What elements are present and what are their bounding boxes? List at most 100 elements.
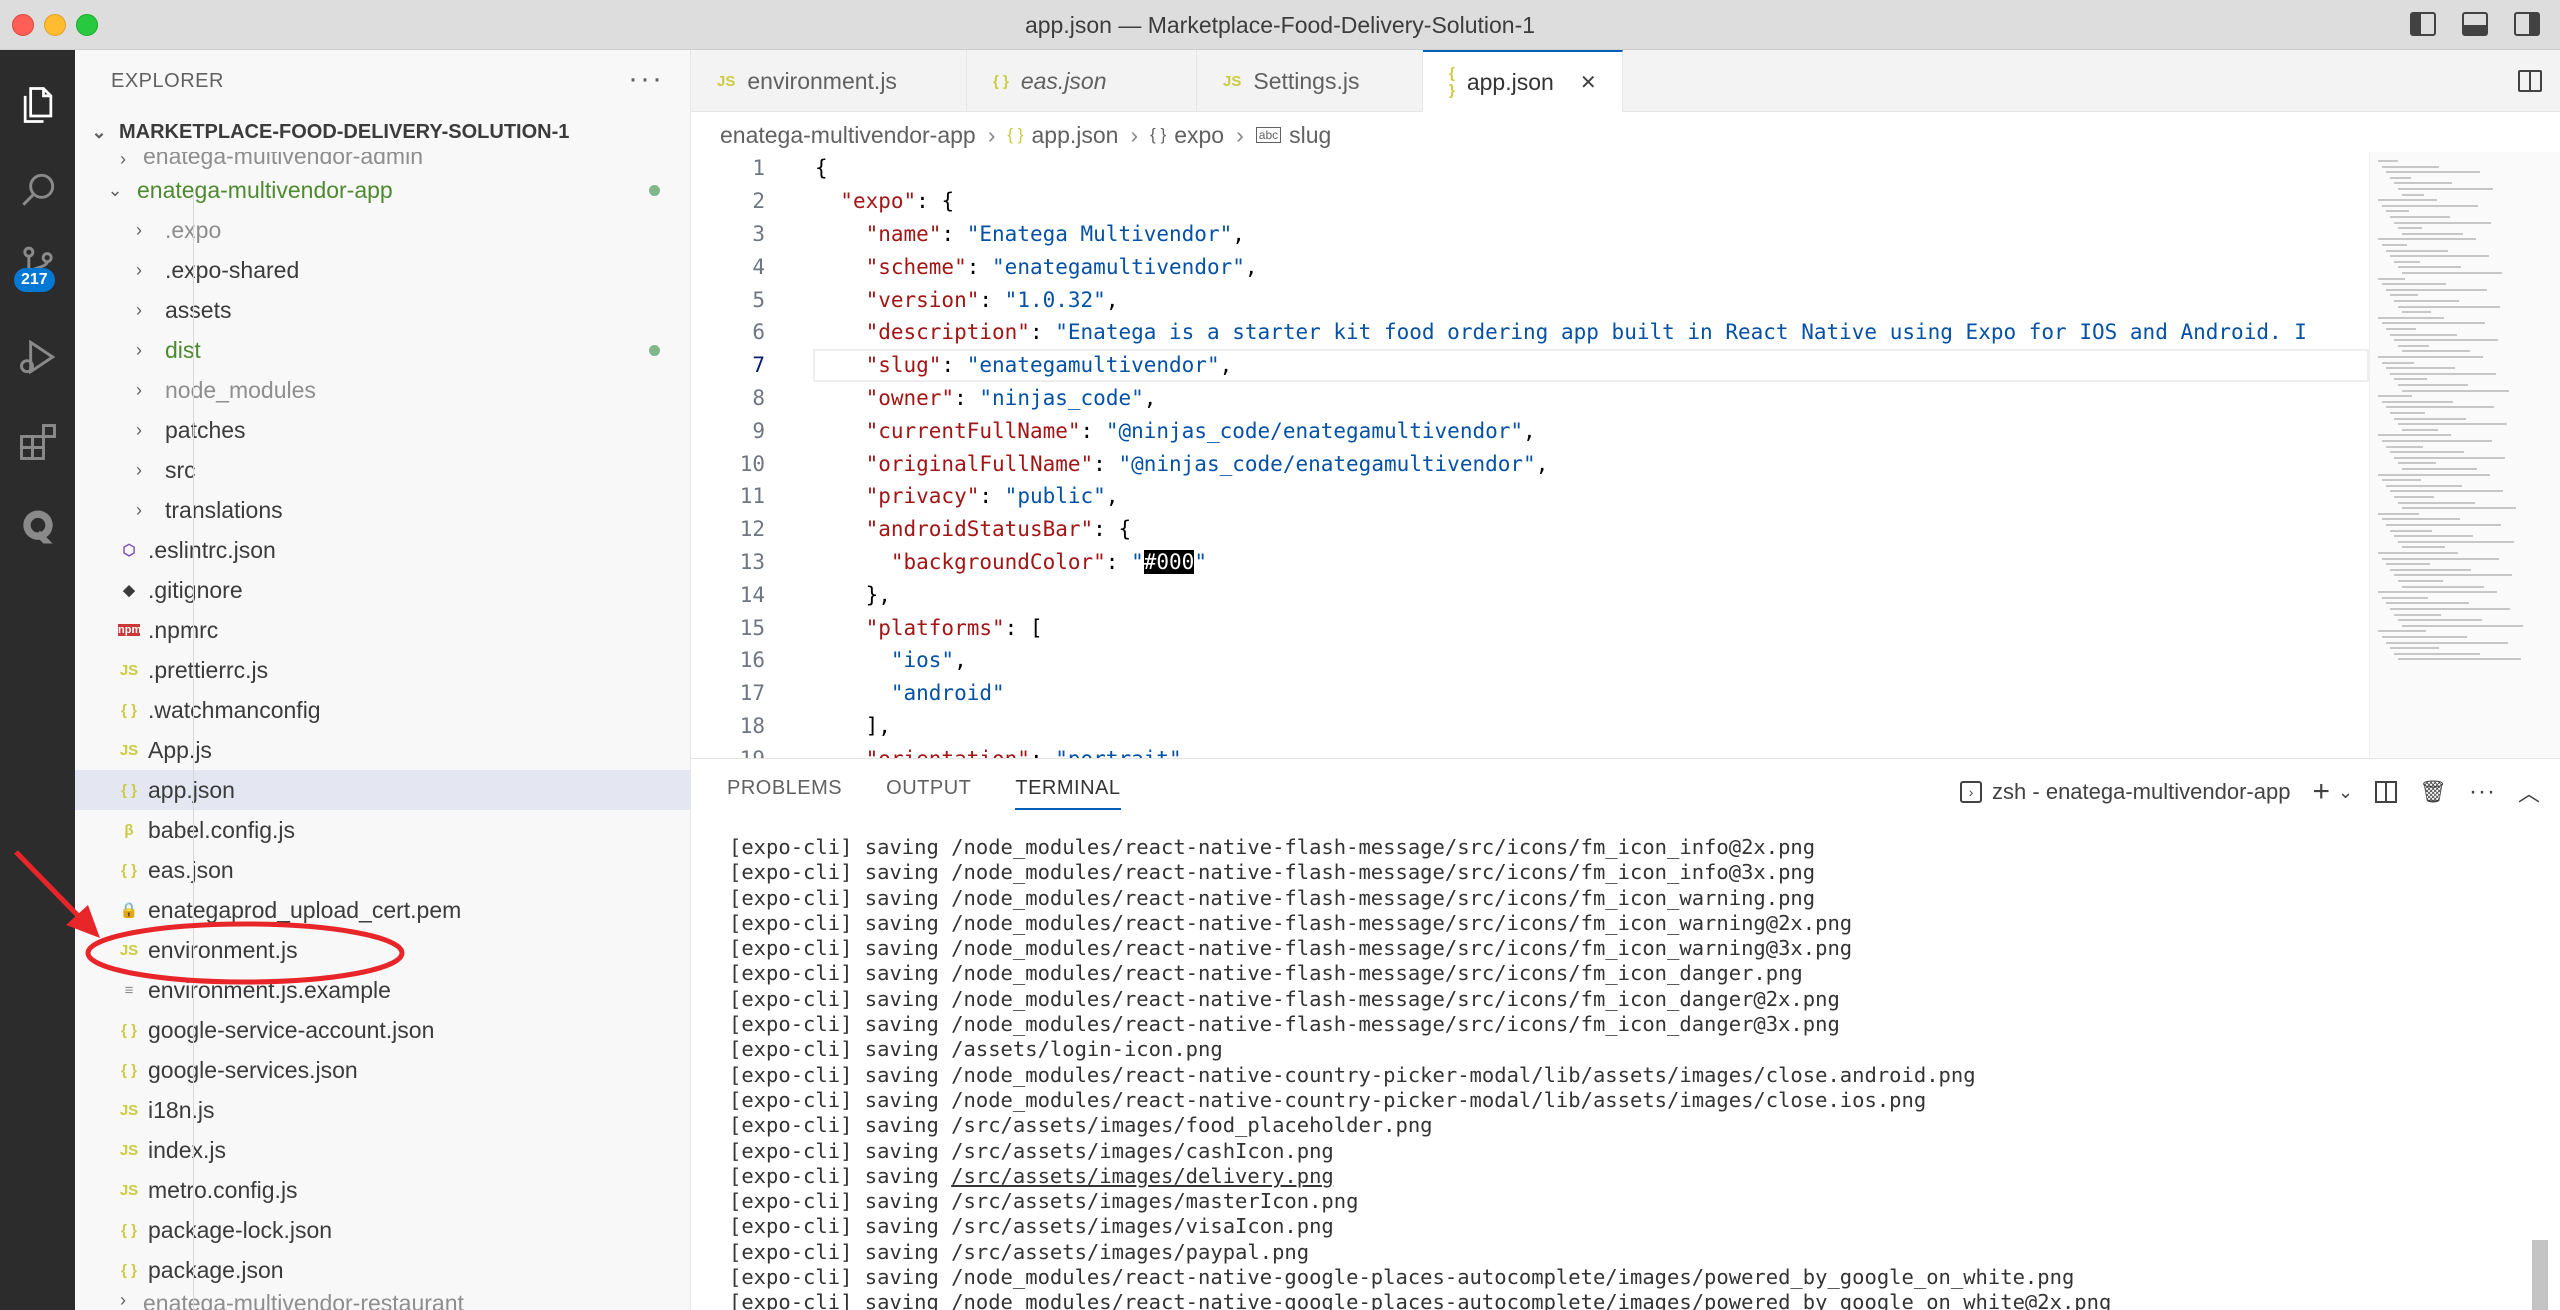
run-debug-icon[interactable]: [0, 322, 75, 392]
breadcrumb-expo[interactable]: expo: [1174, 122, 1224, 149]
more-actions-icon[interactable]: ···: [2469, 778, 2496, 806]
code-text: "privacy": "public",: [865, 484, 1119, 509]
tree-item-i18n-js[interactable]: JS i18n.js: [75, 1090, 690, 1130]
panel-tab-output[interactable]: OUTPUT: [886, 777, 971, 810]
code-line[interactable]: 6 "description": "Enatega is a starter k…: [691, 316, 2369, 349]
explorer-title: EXPLORER ···: [75, 50, 690, 112]
toggle-primary-sidebar-icon[interactable]: [2410, 12, 2436, 36]
minimap-line: [2394, 260, 2420, 263]
tree-item-app-json[interactable]: { } app.json: [75, 770, 690, 810]
tree-item-translations[interactable]: › translations: [75, 490, 690, 530]
code-line[interactable]: 17 "android": [691, 677, 2369, 710]
code-line[interactable]: 11 "privacy": "public",: [691, 480, 2369, 513]
more-actions-icon[interactable]: ···: [628, 62, 664, 96]
terminal-name: zsh - enatega-multivendor-app: [1992, 779, 2291, 804]
code-line[interactable]: 10 "originalFullName": "@ninjas_code/ena…: [691, 447, 2369, 480]
code-line[interactable]: 2 "expo": {: [691, 185, 2369, 218]
search-icon[interactable]: [0, 155, 75, 225]
toggle-secondary-sidebar-icon[interactable]: [2514, 12, 2540, 36]
code-line[interactable]: 19 "orientation": "portrait",: [691, 742, 2369, 758]
terminal-selector[interactable]: › zsh - enatega-multivendor-app: [1960, 779, 2290, 805]
split-editor-icon[interactable]: [2518, 70, 2542, 92]
code-line[interactable]: 18 ],: [691, 710, 2369, 743]
tree-item-patches[interactable]: › patches: [75, 410, 690, 450]
code-line[interactable]: 7 "slug": "enategamultivendor",: [691, 348, 2369, 382]
chevron-down-icon[interactable]: ⌄: [2338, 782, 2353, 803]
workspace-section[interactable]: ⌄ MARKETPLACE-FOOD-DELIVERY-SOLUTION-1: [75, 112, 690, 152]
minimap-line: [2394, 613, 2441, 616]
code-line[interactable]: 8 "owner": "ninjas_code",: [691, 382, 2369, 415]
explorer-icon[interactable]: [0, 70, 75, 140]
code-line[interactable]: 16 "ios",: [691, 644, 2369, 677]
minimap[interactable]: [2369, 152, 2560, 758]
terminal-output[interactable]: [expo-cli] saving /node_modules/react-na…: [729, 835, 2520, 1310]
terminal-line: [expo-cli] saving /node_modules/react-na…: [729, 860, 2520, 885]
code-line[interactable]: 1{: [691, 152, 2369, 185]
maximize-panel-icon[interactable]: ︿: [2518, 776, 2540, 808]
code-line[interactable]: 14 },: [691, 578, 2369, 611]
tab-eas-json[interactable]: { } eas.json: [967, 50, 1197, 112]
breadcrumb-slug[interactable]: slug: [1289, 122, 1331, 149]
terminal-path: /node_modules/react-native-flash-message…: [951, 910, 1853, 935]
panel-tab-terminal[interactable]: TERMINAL: [1015, 777, 1121, 810]
code-line[interactable]: 9 "currentFullName": "@ninjas_code/enate…: [691, 414, 2369, 447]
chevron-right-icon: ›: [136, 459, 142, 480]
tree-item-assets[interactable]: › assets: [75, 290, 690, 330]
tree-item-package-lock-json[interactable]: { } package-lock.json: [75, 1210, 690, 1250]
code-editor[interactable]: 1{2 "expo": {3 "name": "Enatega Multiven…: [691, 152, 2369, 758]
tree-item-environment-js-example[interactable]: ≡ environment.js.example: [75, 970, 690, 1010]
minimap-line: [2386, 171, 2480, 174]
code-text: "ios",: [890, 648, 967, 673]
js-file-icon: JS: [119, 1101, 139, 1119]
tree-item-environment-js[interactable]: JS environment.js: [75, 930, 690, 970]
tree-item-babel-config-js[interactable]: β babel.config.js: [75, 810, 690, 850]
code-text: },: [865, 582, 891, 607]
code-line[interactable]: 4 "scheme": "enategamultivendor",: [691, 250, 2369, 283]
breadcrumb-folder[interactable]: enatega-multivendor-app: [720, 122, 976, 149]
trash-icon[interactable]: 🗑: [2419, 779, 2447, 805]
tree-item-admin-partial[interactable]: › enatega-multivendor-admin: [75, 152, 690, 170]
tree-item-npmrc[interactable]: npm .npmrc: [75, 610, 690, 650]
tab-app-json[interactable]: { } app.json ✕: [1423, 50, 1623, 112]
tree-item-enategaprod-upload-cert-pem[interactable]: 🔒 enategaprod_upload_cert.pem: [75, 890, 690, 930]
line-number: 16: [739, 648, 765, 673]
tree-item-src[interactable]: › src: [75, 450, 690, 490]
tab-settings-js[interactable]: JS Settings.js: [1197, 50, 1423, 112]
tree-item-watchmanconfig[interactable]: { } .watchmanconfig: [75, 690, 690, 730]
tree-item-expo-shared[interactable]: › .expo-shared: [75, 250, 690, 290]
tree-item-gitignore[interactable]: ◆ .gitignore: [75, 570, 690, 610]
tree-item-eslintrc-json[interactable]: ⬡ .eslintrc.json: [75, 530, 690, 570]
minimap-line: [2382, 440, 2492, 442]
tree-item-google-services-json[interactable]: { } google-services.json: [75, 1050, 690, 1090]
tree-item-prettierrc-js[interactable]: JS .prettierrc.js: [75, 650, 690, 690]
minimap-line: [2394, 182, 2452, 185]
code-line[interactable]: 15 "platforms": [: [691, 611, 2369, 644]
tree-item-app-js[interactable]: JS App.js: [75, 730, 690, 770]
breadcrumb-file[interactable]: app.json: [1031, 122, 1118, 149]
remote-icon[interactable]: [0, 492, 75, 562]
new-terminal-icon[interactable]: +: [2312, 775, 2330, 809]
tree-folder-app[interactable]: ⌄ enatega-multivendor-app: [75, 170, 690, 210]
tree-item-package-json[interactable]: { } package.json: [75, 1250, 690, 1290]
panel-tab-problems[interactable]: PROBLEMS: [727, 777, 842, 810]
tree-item-index-js[interactable]: JS index.js: [75, 1130, 690, 1170]
code-text: "description": "Enatega is a starter kit…: [865, 320, 2307, 345]
extensions-icon[interactable]: [0, 407, 75, 477]
tree-item-metro-config-js[interactable]: JS metro.config.js: [75, 1170, 690, 1210]
terminal-scrollbar[interactable]: [2532, 1240, 2548, 1310]
code-line[interactable]: 5 "version": "1.0.32",: [691, 283, 2369, 316]
close-icon[interactable]: ✕: [1580, 70, 1597, 95]
minimap-line: [2386, 524, 2501, 526]
tree-item-expo[interactable]: › .expo: [75, 210, 690, 250]
tree-item-google-service-account-json[interactable]: { } google-service-account.json: [75, 1010, 690, 1050]
tree-item-dist[interactable]: › dist: [75, 330, 690, 370]
code-line[interactable]: 3 "name": "Enatega Multivendor",: [691, 218, 2369, 251]
toggle-panel-icon[interactable]: [2462, 12, 2488, 36]
tree-item-node-modules[interactable]: › node_modules: [75, 370, 690, 410]
tab-environment-js[interactable]: JS environment.js: [691, 50, 967, 112]
split-terminal-icon[interactable]: [2375, 781, 2398, 803]
tree-item-restaurant-partial[interactable]: › enatega-multivendor-restaurant: [75, 1290, 690, 1310]
code-line[interactable]: 13 "backgroundColor": "#000": [691, 546, 2369, 579]
tree-item-eas-json[interactable]: { } eas.json: [75, 850, 690, 890]
code-line[interactable]: 12 "androidStatusBar": {: [691, 513, 2369, 546]
